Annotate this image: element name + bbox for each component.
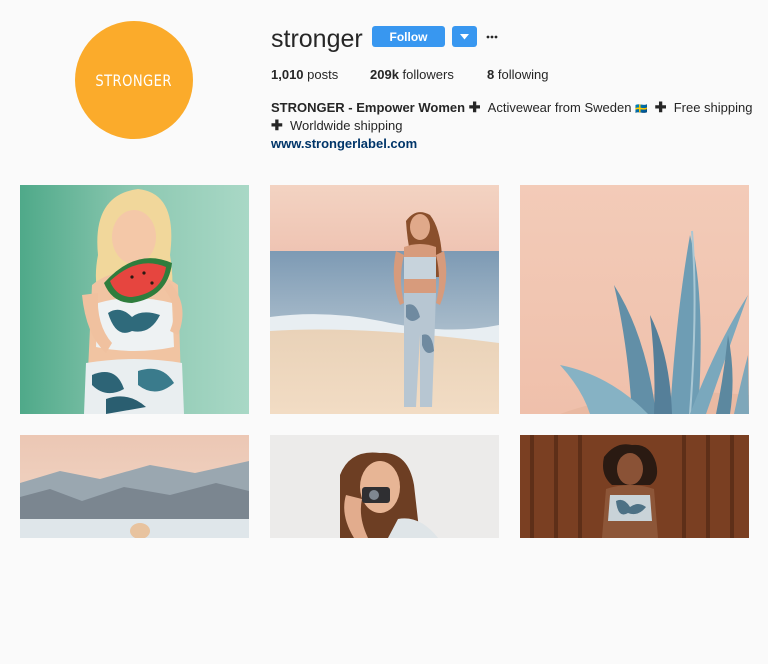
woman-with-watermelon-image [20, 185, 249, 414]
plus-icon: ✚ [271, 117, 283, 133]
following-stat[interactable]: 8 following [487, 67, 548, 83]
posts-label: posts [307, 67, 339, 82]
bio-line-2: ✚ Worldwide shipping [271, 117, 402, 134]
post-tile-3[interactable] [520, 185, 749, 414]
post-tile-6[interactable] [520, 435, 749, 664]
mountain-landscape-image [20, 435, 249, 538]
bio-full-name: STRONGER - Empower Women [271, 100, 466, 115]
woman-on-beach-image [270, 185, 499, 414]
bio-activewear-text: Activewear from Sweden [487, 100, 632, 115]
avatar-logo-text: STRONGER [95, 70, 173, 90]
suggestions-dropdown-button[interactable] [452, 26, 477, 47]
bio-worldwide-text: Worldwide shipping [289, 118, 403, 133]
followers-stat[interactable]: 209k followers [370, 67, 454, 83]
profile-website-link[interactable]: www.strongerlabel.com [271, 136, 417, 152]
plus-icon: ✚ [654, 99, 667, 115]
post-tile-5[interactable] [270, 435, 499, 664]
followers-count: 209k [370, 67, 399, 82]
post-tile-1[interactable] [20, 185, 249, 414]
post-tile-2[interactable] [270, 185, 499, 414]
more-options-button[interactable] [484, 26, 500, 47]
posts-count: 1,010 [271, 67, 304, 82]
bio-line-1: STRONGER - Empower Women ✚ Activewear fr… [271, 99, 753, 118]
ellipsis-icon [486, 35, 498, 38]
post-tile-4[interactable] [20, 435, 249, 664]
bio-free-shipping-text: Free shipping [673, 100, 753, 115]
profile-username: stronger [271, 25, 363, 53]
following-label: following [497, 67, 549, 82]
sweden-flag-icon: 🇸🇪 [635, 104, 648, 115]
agave-plant-image [520, 185, 749, 414]
woman-with-camera-image [270, 435, 499, 538]
plus-icon: ✚ [468, 99, 481, 115]
following-count: 8 [487, 67, 495, 82]
followers-label: followers [402, 67, 454, 82]
chevron-down-icon [460, 33, 469, 39]
profile-avatar[interactable]: STRONGER [75, 21, 193, 139]
woman-wood-wall-image [520, 435, 749, 538]
follow-button[interactable]: Follow [372, 26, 445, 47]
posts-stat: 1,010 posts [271, 67, 338, 83]
